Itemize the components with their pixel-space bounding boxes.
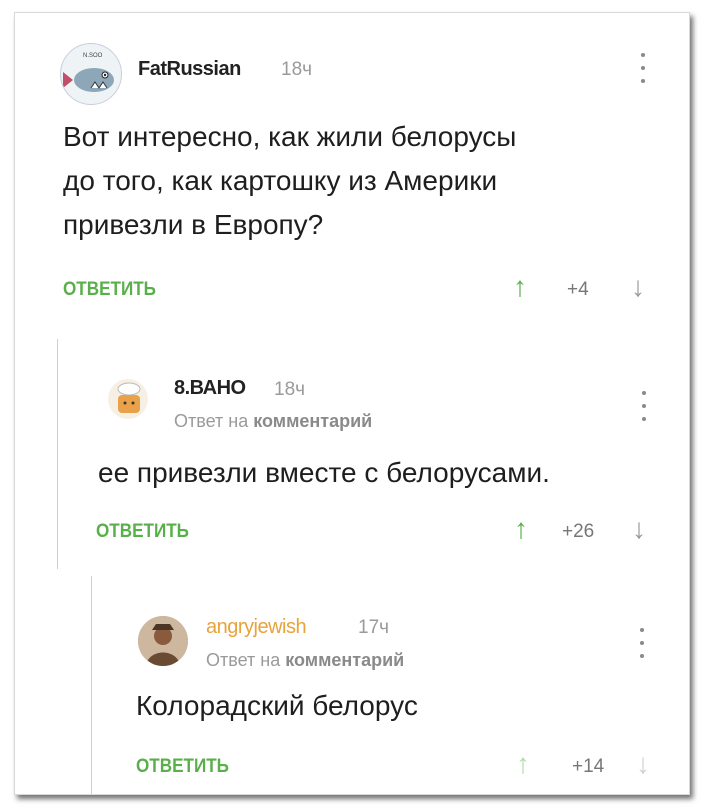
more-vertical-icon[interactable] bbox=[640, 391, 648, 421]
chef-avatar-icon bbox=[117, 382, 141, 413]
comment-text: ее привезли вместе с белорусами. bbox=[98, 451, 550, 495]
reply-meta: Ответ на комментарий bbox=[206, 650, 404, 671]
more-vertical-icon[interactable] bbox=[638, 628, 646, 658]
reply-button[interactable]: ОТВЕТИТЬ bbox=[63, 279, 156, 301]
svg-text:N.SOO: N.SOO bbox=[83, 53, 103, 59]
comment-text-line: Колорадский белорус bbox=[136, 690, 418, 721]
portrait-avatar-icon bbox=[138, 616, 188, 666]
arrow-down-icon[interactable]: ↓ bbox=[631, 273, 645, 301]
reply-meta: Ответ на комментарий bbox=[174, 411, 372, 432]
vote-count: +26 bbox=[562, 521, 595, 542]
comment-text-line: Вот интересно, как жили белорусы bbox=[63, 121, 517, 152]
reply-meta-prefix: Ответ на bbox=[206, 650, 281, 670]
arrow-down-icon[interactable]: ↓ bbox=[636, 750, 650, 778]
username[interactable]: 8.ВАНО bbox=[174, 377, 246, 400]
avatar[interactable] bbox=[138, 616, 188, 666]
comment: N.SOO FatRussian 18ч Вот интересно, как … bbox=[15, 13, 689, 333]
vote-count: +4 bbox=[567, 279, 589, 300]
comment-reply: 8.ВАНО 18ч Ответ на комментарий ее приве… bbox=[57, 339, 689, 569]
timestamp: 17ч bbox=[358, 617, 390, 638]
timestamp: 18ч bbox=[281, 59, 313, 80]
comment-text-line: ее привезли вместе с белорусами. bbox=[98, 457, 550, 488]
arrow-up-icon[interactable]: ↑ bbox=[516, 750, 530, 778]
screenshot-frame: N.SOO FatRussian 18ч Вот интересно, как … bbox=[14, 12, 690, 795]
avatar[interactable]: N.SOO bbox=[60, 43, 122, 105]
vote-count: +14 bbox=[572, 756, 605, 777]
comment-text: Колорадский белорус bbox=[136, 684, 418, 728]
comment-reply: angryjewish 17ч Ответ на комментарий Кол… bbox=[91, 576, 689, 794]
more-vertical-icon[interactable] bbox=[639, 53, 647, 83]
avatar[interactable] bbox=[108, 379, 148, 419]
comment-text: Вот интересно, как жили белорусы до того… bbox=[63, 115, 516, 247]
arrow-up-icon[interactable]: ↑ bbox=[514, 515, 528, 543]
piranha-avatar-icon: N.SOO bbox=[63, 53, 114, 92]
arrow-down-icon[interactable]: ↓ bbox=[632, 515, 646, 543]
reply-button[interactable]: ОТВЕТИТЬ bbox=[96, 521, 189, 543]
username[interactable]: FatRussian bbox=[138, 58, 241, 81]
arrow-up-icon[interactable]: ↑ bbox=[513, 273, 527, 301]
username[interactable]: angryjewish bbox=[206, 616, 307, 639]
reply-button[interactable]: ОТВЕТИТЬ bbox=[136, 756, 229, 778]
reply-meta-link[interactable]: комментарий bbox=[285, 650, 404, 670]
comment-text-line: до того, как картошку из Америки bbox=[63, 165, 498, 196]
reply-meta-prefix: Ответ на bbox=[174, 411, 249, 431]
comment-text-line: привезли в Европу? bbox=[63, 209, 324, 240]
reply-meta-link[interactable]: комментарий bbox=[253, 411, 372, 431]
timestamp: 18ч bbox=[274, 379, 306, 400]
